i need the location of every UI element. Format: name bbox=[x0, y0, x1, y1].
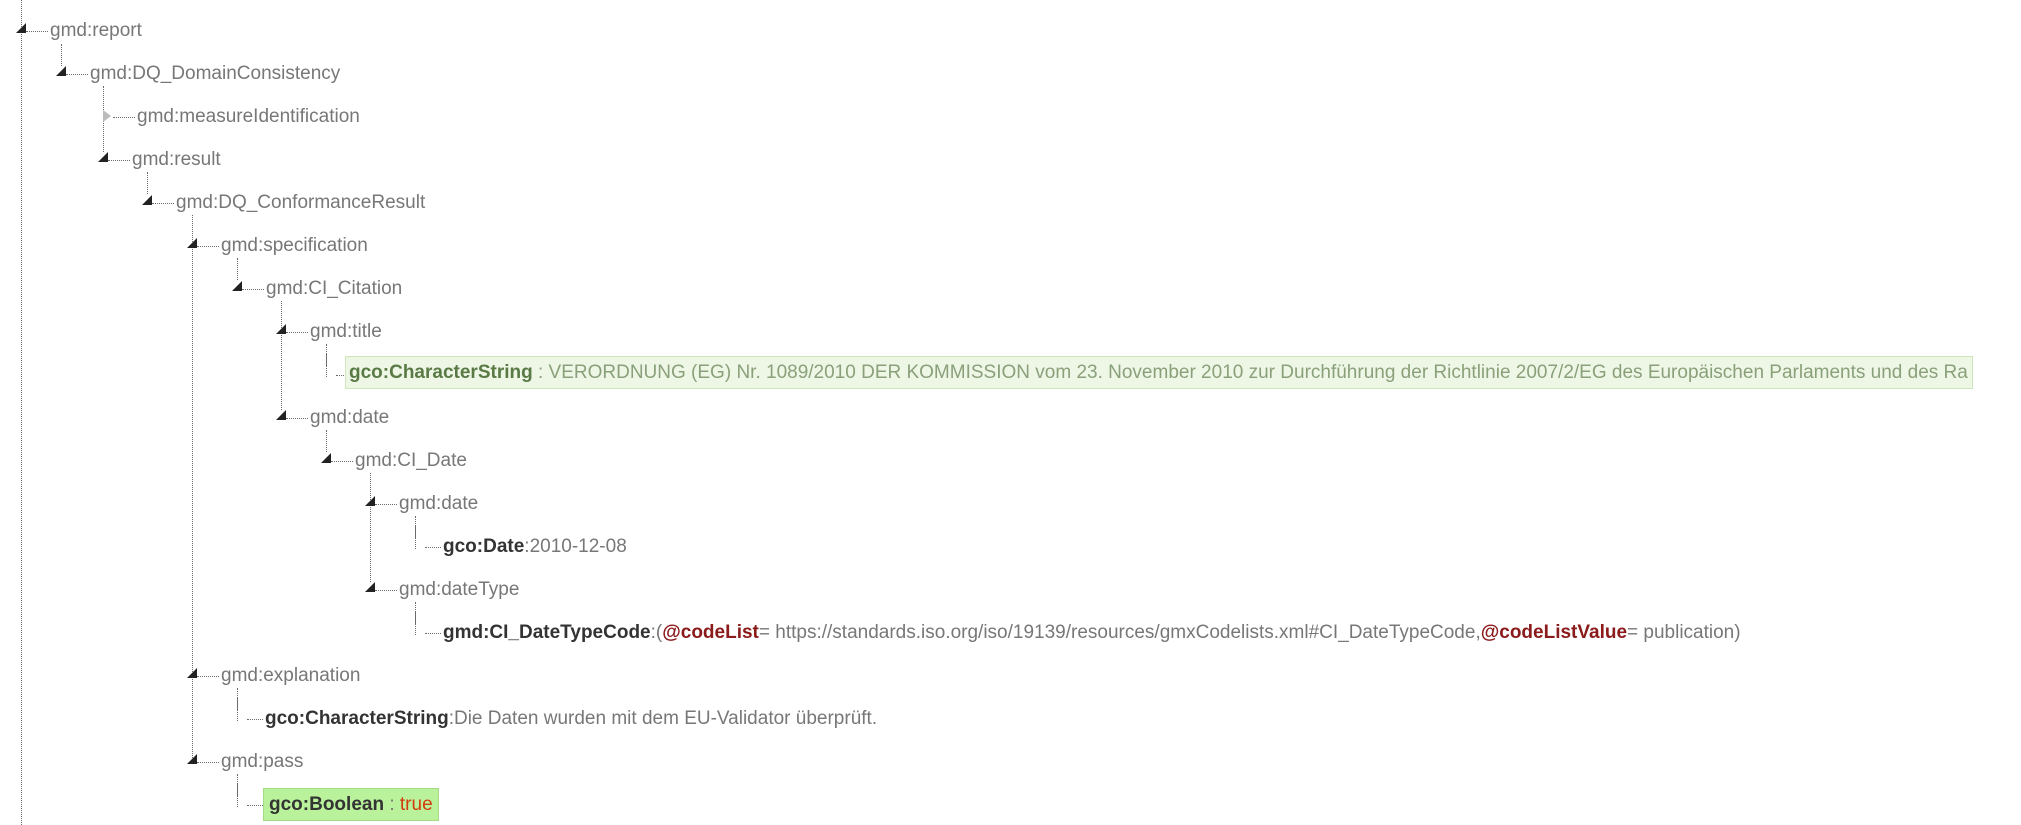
separator: : bbox=[384, 793, 400, 815]
expanded-triangle-icon[interactable] bbox=[365, 483, 375, 523]
tree-node-ci-date[interactable]: gmd:CI_Date bbox=[321, 440, 467, 480]
attribute-value-codelist: = https://standards.iso.org/iso/19139/re… bbox=[758, 621, 1481, 643]
expanded-triangle-icon[interactable] bbox=[56, 53, 66, 93]
tree-node-ci-citation[interactable]: gmd:CI_Citation bbox=[232, 268, 402, 308]
tree-guide-line bbox=[21, 0, 22, 825]
tree-node-domain-consistency[interactable]: gmd:DQ_DomainConsistency bbox=[56, 53, 340, 93]
selected-leaf-highlight[interactable]: gco:Boolean : true bbox=[263, 787, 439, 821]
tree-connector bbox=[237, 698, 247, 738]
tree-connector bbox=[375, 503, 397, 505]
tree-leaf-boolean[interactable]: gco:Boolean : true bbox=[237, 784, 439, 824]
title-string-clip: gco:CharacterString : VERORDNUNG (EG) Nr… bbox=[345, 352, 2021, 392]
tree-connector bbox=[247, 718, 263, 720]
node-label: gmd:specification bbox=[221, 234, 368, 256]
node-label: gmd:date bbox=[310, 406, 390, 428]
separator: : bbox=[532, 361, 549, 383]
expanded-triangle-icon[interactable] bbox=[187, 741, 197, 781]
attribute-name-codelistvalue: @codeListValue bbox=[1480, 621, 1628, 643]
expanded-triangle-icon[interactable] bbox=[187, 225, 197, 265]
tree-connector bbox=[197, 245, 219, 247]
element-name: gmd:CI_DateTypeCode bbox=[443, 621, 651, 643]
node-label: gmd:explanation bbox=[221, 664, 361, 686]
expanded-triangle-icon[interactable] bbox=[276, 397, 286, 437]
tree-node-explanation[interactable]: gmd:explanation bbox=[187, 655, 360, 695]
element-name: gco:CharacterString bbox=[265, 707, 449, 729]
node-label: gmd:date bbox=[399, 492, 479, 514]
tree-connector bbox=[415, 526, 425, 566]
element-value: 2010-12-08 bbox=[529, 535, 627, 557]
element-value: Die Daten wurden mit dem EU-Validator üb… bbox=[453, 707, 878, 729]
node-label: gmd:DQ_ConformanceResult bbox=[176, 191, 426, 213]
tree-leaf-date-type-code[interactable]: gmd:CI_DateTypeCode : (@codeList = https… bbox=[415, 612, 1741, 652]
tree-connector bbox=[66, 73, 88, 75]
tree-node-measure-identification[interactable]: gmd:measureIdentification bbox=[103, 96, 360, 136]
expanded-triangle-icon[interactable] bbox=[232, 268, 242, 308]
tree-connector bbox=[197, 761, 219, 763]
tree-connector bbox=[286, 331, 308, 333]
tree-node-result[interactable]: gmd:result bbox=[98, 139, 221, 179]
xml-tree-view: gmd:report gmd:DQ_DomainConsistency gmd:… bbox=[0, 0, 2021, 825]
expanded-triangle-icon[interactable] bbox=[98, 139, 108, 179]
selected-leaf-highlight[interactable]: gco:CharacterString : VERORDNUNG (EG) Nr… bbox=[345, 355, 1973, 389]
node-label: gmd:title bbox=[310, 320, 382, 342]
expanded-triangle-icon[interactable] bbox=[321, 440, 331, 480]
tree-leaf-explanation-string[interactable]: gco:CharacterString : Die Daten wurden m… bbox=[237, 698, 877, 738]
tree-connector bbox=[425, 546, 441, 548]
node-label: gmd:measureIdentification bbox=[137, 105, 360, 127]
collapsed-triangle-icon[interactable] bbox=[103, 96, 113, 136]
node-label: gmd:report bbox=[50, 19, 142, 41]
tree-node-inner-date[interactable]: gmd:date bbox=[365, 483, 478, 523]
element-name: gco:Boolean bbox=[269, 793, 385, 815]
tree-leaf-gco-date[interactable]: gco:Date : 2010-12-08 bbox=[415, 526, 627, 566]
tree-node-specification[interactable]: gmd:specification bbox=[187, 225, 368, 265]
tree-connector bbox=[197, 675, 219, 677]
node-label: gmd:dateType bbox=[399, 578, 520, 600]
node-label: gmd:DQ_DomainConsistency bbox=[90, 62, 341, 84]
node-label: gmd:CI_Citation bbox=[266, 277, 403, 299]
tree-node-date-type[interactable]: gmd:dateType bbox=[365, 569, 519, 609]
node-label: gmd:result bbox=[132, 148, 221, 170]
tree-connector bbox=[237, 784, 247, 824]
attribute-value-codelistvalue: = publication) bbox=[1627, 621, 1741, 643]
element-value: VERORDNUNG (EG) Nr. 1089/2010 DER KOMMIS… bbox=[548, 361, 1968, 383]
expanded-triangle-icon[interactable] bbox=[16, 10, 26, 50]
tree-connector bbox=[375, 589, 397, 591]
tree-connector bbox=[425, 632, 441, 634]
tree-node-report[interactable]: gmd:report bbox=[16, 10, 142, 50]
tree-connector bbox=[415, 612, 425, 652]
tree-node-conformance-result[interactable]: gmd:DQ_ConformanceResult bbox=[142, 182, 425, 222]
tree-connector bbox=[113, 116, 135, 118]
tree-node-pass[interactable]: gmd:pass bbox=[187, 741, 303, 781]
tree-connector bbox=[152, 202, 174, 204]
tree-connector bbox=[331, 460, 353, 462]
element-value: true bbox=[399, 793, 433, 815]
tree-connector bbox=[326, 354, 336, 394]
tree-connector bbox=[242, 288, 264, 290]
node-label: gmd:pass bbox=[221, 750, 304, 772]
tree-node-date[interactable]: gmd:date bbox=[276, 397, 389, 437]
node-label: gmd:CI_Date bbox=[355, 449, 467, 471]
tree-connector bbox=[26, 30, 48, 32]
element-name: gco:Date bbox=[443, 535, 525, 557]
expanded-triangle-icon[interactable] bbox=[187, 655, 197, 695]
tree-connector bbox=[247, 804, 263, 806]
expanded-triangle-icon[interactable] bbox=[365, 569, 375, 609]
tree-connector bbox=[108, 159, 130, 161]
element-name: gco:CharacterString bbox=[349, 361, 533, 383]
tree-connector bbox=[286, 417, 308, 419]
expanded-triangle-icon[interactable] bbox=[276, 311, 286, 351]
expanded-triangle-icon[interactable] bbox=[142, 182, 152, 222]
attribute-name-codelist: @codeList bbox=[662, 621, 759, 643]
title-string-row[interactable]: gco:CharacterString : VERORDNUNG (EG) Nr… bbox=[345, 352, 1973, 392]
tree-node-title[interactable]: gmd:title bbox=[276, 311, 382, 351]
